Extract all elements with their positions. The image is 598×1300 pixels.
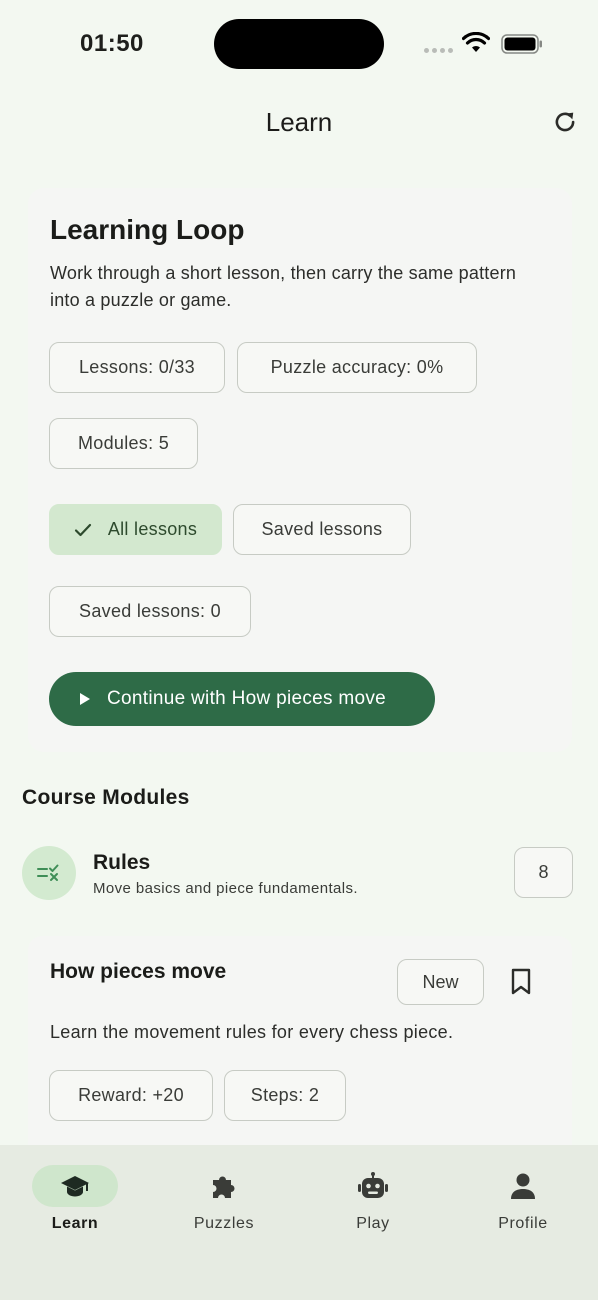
chip-label: Lessons: 0/33 <box>79 357 195 377</box>
module-item-rules[interactable]: Rules Move basics and piece fundamentals… <box>22 844 574 902</box>
chip-label: Puzzle accuracy: 0% <box>270 357 444 377</box>
module-lesson-count: 8 <box>514 847 573 898</box>
nav-label: Puzzles <box>193 1215 255 1232</box>
module-description: Move basics and piece fundamentals. <box>93 880 358 897</box>
lesson-reward-chip: Reward: +20 <box>49 1070 213 1121</box>
learning-loop-description: Work through a short lesson, then carry … <box>50 263 517 310</box>
continue-lesson-button[interactable]: Continue with How pieces move <box>49 672 435 726</box>
course-modules-heading: Course Modules <box>22 786 190 809</box>
lesson-card[interactable]: How pieces move New Learn the movement r… <box>28 936 572 1156</box>
nav-tab-puzzles[interactable]: Puzzles <box>169 1165 279 1235</box>
chip-label: Steps: 2 <box>250 1085 320 1105</box>
learning-loop-title: Learning Loop <box>50 214 245 245</box>
nav-label: Play <box>356 1215 390 1232</box>
robot-icon <box>358 1172 388 1198</box>
dynamic-island <box>214 19 384 69</box>
lessons-progress-chip: Lessons: 0/33 <box>49 342 225 393</box>
lesson-title: How pieces move <box>50 960 227 983</box>
puzzle-piece-icon <box>213 1176 235 1198</box>
module-name: Rules <box>93 851 151 874</box>
refresh-button[interactable] <box>550 107 580 137</box>
bookmark-button[interactable] <box>508 966 534 998</box>
chip-label: All lessons <box>107 519 198 539</box>
puzzle-accuracy-chip: Puzzle accuracy: 0% <box>237 342 477 393</box>
rules-icon <box>22 846 76 900</box>
person-icon <box>511 1173 535 1199</box>
nav-label: Learn <box>51 1215 99 1232</box>
status-bar: 01:50 <box>0 0 598 90</box>
filter-all-lessons[interactable]: All lessons <box>49 504 222 555</box>
nav-tab-learn[interactable]: Learn <box>20 1165 130 1235</box>
signal-icon <box>424 48 453 53</box>
saved-lessons-count-chip: Saved lessons: 0 <box>49 586 251 637</box>
wifi-icon <box>462 32 490 52</box>
app-header: Learn <box>0 95 598 153</box>
nav-label: Profile <box>498 1215 548 1232</box>
nav-tab-profile[interactable]: Profile <box>468 1165 578 1235</box>
chip-label: Reward: +20 <box>78 1085 184 1105</box>
check-icon <box>74 523 91 536</box>
play-icon <box>80 693 90 705</box>
refresh-icon <box>555 112 575 132</box>
continue-label: Continue with How pieces move <box>107 688 387 709</box>
battery-icon <box>501 34 542 54</box>
lesson-steps-chip: Steps: 2 <box>224 1070 346 1121</box>
filter-saved-lessons[interactable]: Saved lessons <box>233 504 411 555</box>
page-title: Learn <box>265 107 333 137</box>
bottom-navigation: Learn Puzzles Play Profile <box>0 1145 598 1300</box>
lesson-description: Learn the movement rules for every chess… <box>50 1022 454 1042</box>
learning-loop-card: Learning Loop Work through a short lesso… <box>28 188 572 752</box>
lesson-status-badge: New <box>397 959 484 1005</box>
bookmark-icon <box>511 968 531 995</box>
chip-label: Modules: 5 <box>77 433 170 453</box>
status-time: 01:50 <box>80 30 144 57</box>
chip-label: Saved lessons: 0 <box>79 601 221 621</box>
chip-label: Saved lessons <box>261 519 383 539</box>
nav-tab-play[interactable]: Play <box>318 1165 428 1235</box>
graduation-cap-icon <box>61 1176 89 1197</box>
modules-count-chip: Modules: 5 <box>49 418 198 469</box>
